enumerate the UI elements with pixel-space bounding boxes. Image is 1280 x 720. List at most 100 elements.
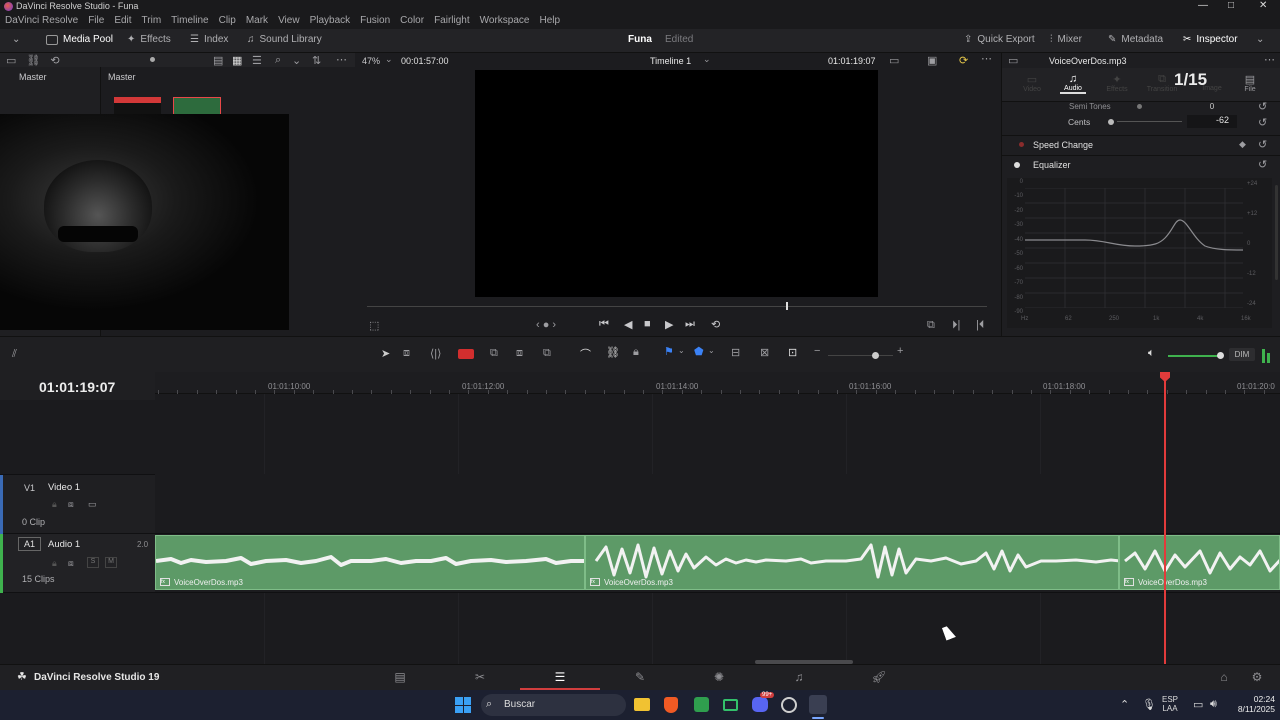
reset-speed-icon[interactable]: ↺ — [1258, 138, 1267, 151]
transform-icon[interactable]: ⬚ — [369, 319, 379, 332]
zoom-out-icon[interactable]: − — [814, 345, 820, 357]
replace-clip-icon[interactable]: ⧉ — [543, 347, 551, 360]
thumbnail-view-icon[interactable]: ▦ — [232, 54, 242, 67]
timeline-name[interactable]: Timeline 1 — [650, 56, 691, 66]
viewer-zoom[interactable]: 47% — [362, 56, 380, 66]
jog-control-icon[interactable]: ‹ ● › — [536, 319, 556, 331]
reset-cents-icon[interactable]: ↺ — [1258, 116, 1267, 129]
viewer-mode-icon[interactable]: ▣ — [927, 54, 937, 67]
monitor-app-icon[interactable] — [723, 699, 738, 711]
mixer-button[interactable]: ⫶ Mixer — [1050, 34, 1082, 45]
playhead-line[interactable] — [1164, 380, 1166, 664]
speed-change-toggle[interactable] — [1019, 142, 1024, 147]
menu-workspace[interactable]: Workspace — [475, 15, 535, 26]
quick-export-button[interactable]: ⇪ Quick Export — [964, 34, 1035, 45]
taskbar-search[interactable]: ⌕ Buscar — [481, 694, 626, 716]
cut-page-icon[interactable]: ✂ — [472, 670, 488, 684]
timeline-view-options-icon[interactable]: ⫽ — [12, 348, 17, 361]
play-reverse-icon[interactable]: ◀ — [624, 318, 632, 331]
blade-tool-icon[interactable] — [458, 349, 474, 359]
equalizer-toggle[interactable] — [1014, 162, 1020, 168]
reset-semi-tones-icon[interactable]: ↺ — [1258, 100, 1267, 113]
home-icon[interactable]: ⌂ — [1216, 670, 1232, 684]
go-to-start-icon[interactable]: ⏮ — [599, 318, 609, 331]
video-enable-icon[interactable]: ▭ — [88, 499, 97, 510]
marker-icon[interactable]: ⬟ — [694, 345, 704, 358]
close-button[interactable]: ✕ — [1259, 0, 1267, 11]
zoom-full-icon[interactable]: ⊟ — [731, 346, 740, 359]
inspector-scrollbar[interactable] — [1275, 185, 1278, 280]
track-lock-icon[interactable]: 🔒︎ — [52, 558, 57, 569]
settings-gear-icon[interactable]: ⚙ — [1249, 670, 1265, 684]
chevron-down-icon[interactable]: ⌄ — [292, 54, 301, 67]
audio-track-name[interactable]: Audio 1 — [48, 539, 80, 550]
track-lock-icon[interactable]: 🔒︎ — [52, 499, 57, 510]
scrubber-handle[interactable] — [786, 302, 788, 310]
auto-select-icon[interactable]: ⧈ — [68, 499, 74, 510]
network-icon[interactable]: ▭ — [1193, 698, 1203, 711]
next-edit-icon[interactable]: ⏵| — [952, 319, 960, 332]
unlink-icon[interactable]: ⟲ — [50, 54, 59, 67]
menu-fairlight[interactable]: Fairlight — [429, 15, 475, 26]
fusion-page-icon[interactable]: ✎ — [632, 670, 648, 684]
volume-slider-track[interactable] — [1168, 355, 1220, 357]
selection-tool-icon[interactable]: ➤ — [381, 347, 390, 360]
semi-tones-value[interactable]: 0 — [1187, 102, 1237, 111]
zoom-in-icon[interactable]: + — [897, 345, 903, 357]
tab-video[interactable]: ▭ Video — [1020, 73, 1044, 93]
viewer-more-icon[interactable]: ⋯ — [981, 52, 992, 65]
deliver-page-icon[interactable]: 🚀︎ — [871, 670, 887, 684]
viewer-options-icon[interactable]: ▭ — [889, 54, 899, 67]
tab-image[interactable]: Image — [1200, 73, 1224, 92]
fairlight-page-icon[interactable]: ♫ — [791, 670, 807, 684]
overwrite-clip-icon[interactable]: ⧈ — [516, 347, 523, 360]
zoom-detail-icon[interactable]: ⊠ — [760, 346, 769, 359]
media-pool-button[interactable]: Media Pool — [46, 34, 113, 45]
list-view-icon[interactable]: ☰ — [252, 54, 262, 67]
video-track-lane[interactable] — [155, 474, 1280, 534]
prev-edit-icon[interactable]: |⏴ — [976, 319, 984, 332]
auto-select-icon[interactable]: ⧈ — [68, 558, 74, 569]
cents-slider[interactable] — [1108, 119, 1114, 125]
audio-track-header[interactable]: A1 Audio 1 2.0 🔒︎ ⧈ S M 15 Clips — [0, 534, 155, 593]
sort-icon[interactable]: ⇅ — [312, 54, 321, 67]
media-page-icon[interactable]: ▤ — [392, 670, 408, 684]
menu-fusion[interactable]: Fusion — [355, 15, 395, 26]
dim-button[interactable]: DIM — [1229, 348, 1255, 361]
snapping-icon[interactable]: ⌒ — [580, 346, 591, 362]
menu-clip[interactable]: Clip — [214, 15, 241, 26]
zoom-slider-track[interactable] — [828, 355, 893, 356]
stop-icon[interactable]: ■ — [644, 318, 651, 330]
sidebar-toggle-icon[interactable]: ▭ — [6, 54, 16, 67]
flag-chevron-icon[interactable]: ⌄ — [678, 346, 685, 355]
tab-file[interactable]: ▤ File — [1238, 73, 1262, 93]
video-track-name[interactable]: Video 1 — [48, 482, 80, 493]
audio-track-id[interactable]: A1 — [18, 537, 42, 551]
marker-chevron-icon[interactable]: ⌄ — [708, 346, 715, 355]
edit-page-icon[interactable]: ☰ — [552, 670, 568, 684]
xbox-app-icon[interactable] — [694, 697, 709, 712]
windows-start-icon[interactable] — [455, 697, 471, 713]
timeline-chevron-icon[interactable]: ⌄ — [703, 54, 711, 65]
zoom-slider-handle[interactable] — [872, 352, 879, 359]
more-options-icon[interactable]: ⋯ — [336, 53, 347, 66]
dynamic-trim-icon[interactable]: ⟨|⟩ — [430, 347, 441, 360]
steam-icon[interactable] — [781, 697, 797, 713]
menu-trim[interactable]: Trim — [137, 15, 167, 26]
link-icon[interactable]: ⛓ — [26, 54, 40, 67]
keyframe-icon[interactable]: ◆ — [1239, 139, 1246, 150]
timeline-ruler[interactable]: 01:01:10:00 01:01:12:00 01:01:14:00 01:0… — [155, 372, 1280, 394]
audio-clip[interactable]: fx VoiceOverDos.mp3 — [155, 535, 585, 590]
thumbnail-size-slider[interactable] — [150, 57, 155, 62]
cents-value[interactable]: -62 — [1187, 115, 1237, 128]
video-track-header[interactable]: V1 Video 1 🔒︎ ⧈ ▭ 0 Clip — [0, 474, 155, 535]
bin-master[interactable]: Master — [19, 72, 47, 82]
flag-icon[interactable]: ⚑ — [664, 345, 674, 358]
color-page-icon[interactable]: ✺ — [711, 670, 727, 684]
loop-icon[interactable]: ⟳ — [959, 54, 968, 67]
loop-playback-icon[interactable]: ⟲ — [711, 318, 720, 331]
metadata-button[interactable]: ✎ Metadata — [1108, 34, 1163, 45]
inspector-button[interactable]: ✂ Inspector — [1183, 34, 1238, 45]
tab-audio[interactable]: ♫ Audio — [1060, 73, 1086, 94]
index-button[interactable]: ☰ Index — [190, 34, 228, 45]
